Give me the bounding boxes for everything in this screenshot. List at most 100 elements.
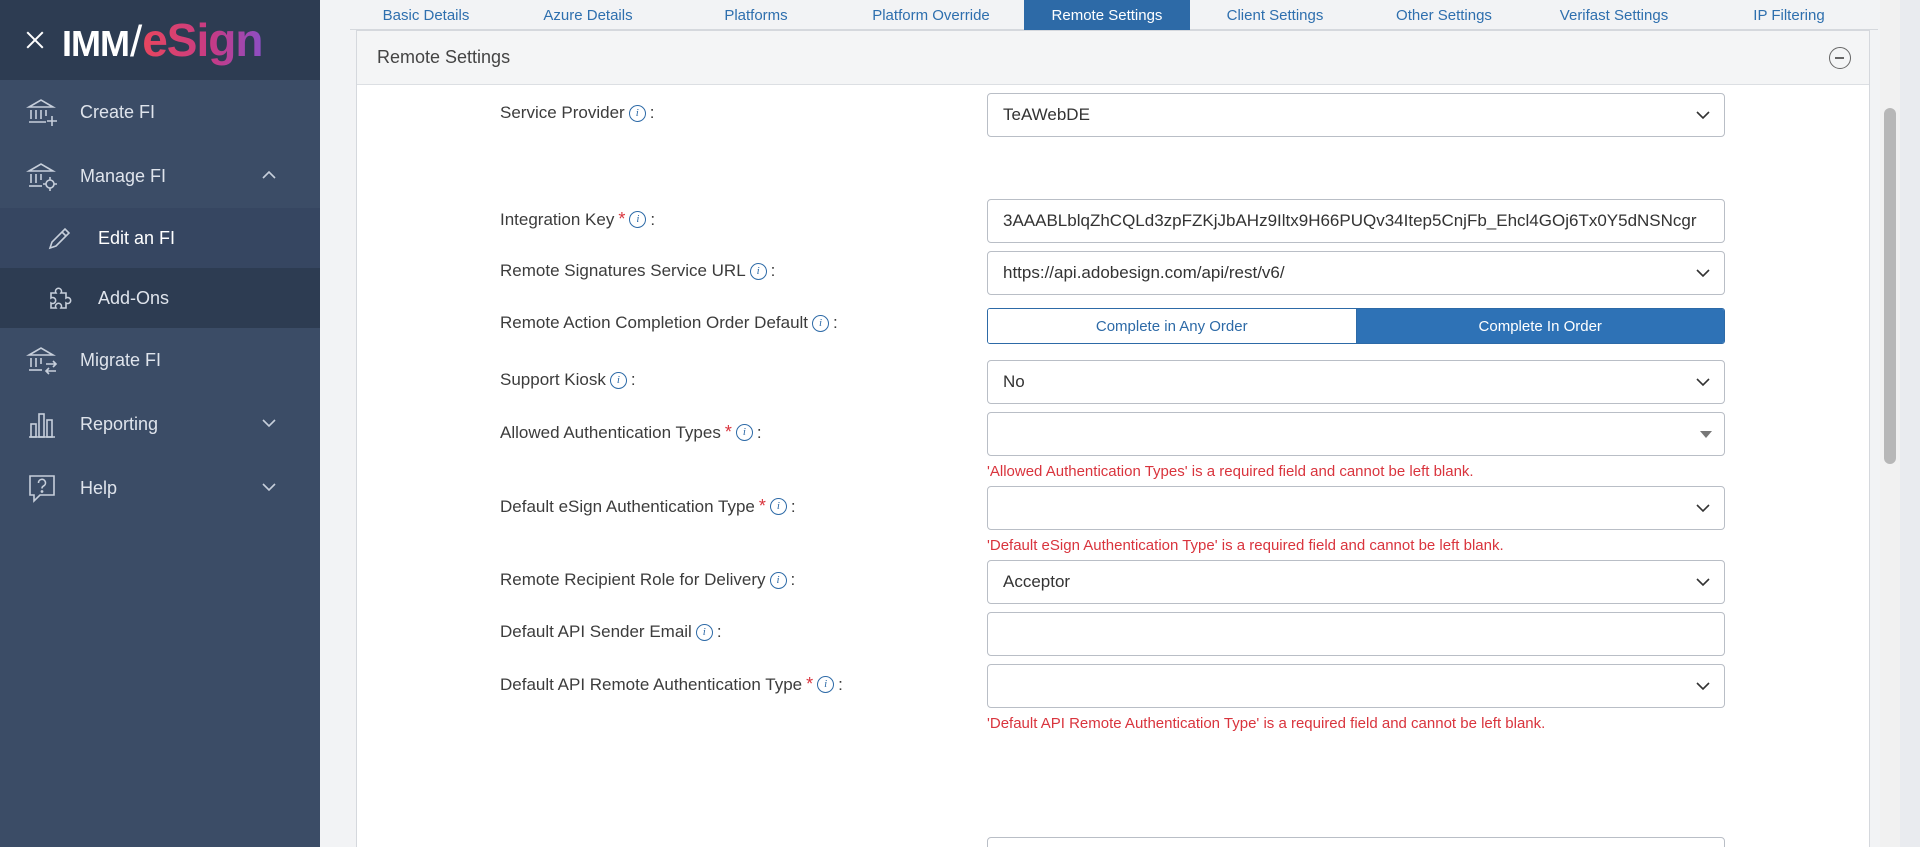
required-marker: * <box>724 422 732 442</box>
sidebar-item-manage-fi[interactable]: Manage FI <box>0 144 320 208</box>
tab-ip-filtering[interactable]: IP Filtering <box>1700 0 1878 30</box>
completion-order-toggle: Complete in Any Order Complete In Order <box>987 308 1725 344</box>
api-sender-email-label: Default API Sender Email i: <box>500 622 722 642</box>
next-field-partial[interactable] <box>987 837 1725 847</box>
label-colon: : <box>650 209 656 229</box>
select-value: https://api.adobesign.com/api/rest/v6/ <box>1003 263 1285 282</box>
complete-any-order-button[interactable]: Complete in Any Order <box>988 309 1356 343</box>
chevron-down-icon <box>1696 378 1710 387</box>
tab-basic-details[interactable]: Basic Details <box>350 0 502 30</box>
label-text: Support Kiosk <box>500 370 606 389</box>
info-icon[interactable]: i <box>769 498 787 515</box>
label-text: Remote Action Completion Order Default <box>500 313 809 332</box>
label-text: Default eSign Authentication Type <box>500 496 755 516</box>
chevron-down-icon <box>1696 682 1710 691</box>
sidebar-item-label: Help <box>80 477 118 498</box>
chevron-up-icon[interactable] <box>262 168 276 182</box>
input-value: 3AAABLblqZhCQLd3zpFZKjJbAHz9Iltx9H66PUQv… <box>1003 211 1697 230</box>
sidebar-item-label: Edit an FI <box>98 227 176 248</box>
caret-down-icon <box>1700 431 1712 438</box>
default-esign-auth-select[interactable] <box>987 486 1725 530</box>
allowed-auth-error: 'Allowed Authentication Types' is a requ… <box>987 463 1474 480</box>
label-colon: : <box>838 674 843 694</box>
info-icon[interactable]: i <box>769 571 787 589</box>
allowed-auth-label: Allowed Authentication Types * i: <box>500 422 762 443</box>
bank-gear-icon <box>26 163 57 191</box>
sidebar-item-label: Manage FI <box>80 165 167 186</box>
tab-other-settings[interactable]: Other Settings <box>1360 0 1528 30</box>
support-kiosk-select[interactable]: No <box>987 360 1725 404</box>
chevron-down-icon <box>1696 578 1710 587</box>
label-colon: : <box>790 496 796 516</box>
recipient-role-label: Remote Recipient Role for Delivery i: <box>500 570 795 590</box>
service-url-label: Remote Signatures Service URL i: <box>500 261 775 281</box>
recipient-role-select[interactable]: Acceptor <box>987 560 1725 604</box>
collapse-icon[interactable] <box>1829 47 1851 69</box>
close-menu-icon[interactable] <box>22 27 48 53</box>
label-text: Remote Recipient Role for Delivery <box>500 570 766 589</box>
label-colon: : <box>790 570 796 589</box>
info-icon[interactable]: i <box>812 314 830 332</box>
info-icon[interactable]: i <box>735 424 753 441</box>
label-colon: : <box>716 622 722 641</box>
info-icon[interactable]: i <box>628 104 646 122</box>
label-text: Integration Key <box>500 209 615 229</box>
puzzle-icon <box>50 287 72 309</box>
remote-settings-panel: Remote Settings Service Provider i: TeAWe… <box>356 30 1870 847</box>
sidebar-item-label: Reporting <box>80 413 159 434</box>
sidebar-item-create-fi[interactable]: Create FI <box>0 80 320 144</box>
label-text: Service Provider <box>500 103 625 122</box>
tab-azure-details[interactable]: Azure Details <box>502 0 674 30</box>
sidebar: IMM / eSign Create FI Manage FI Edit an FI… <box>0 0 320 847</box>
chevron-down-icon[interactable] <box>262 480 276 494</box>
complete-in-order-button[interactable]: Complete In Order <box>1355 309 1724 343</box>
tab-client-settings[interactable]: Client Settings <box>1190 0 1360 30</box>
tab-platform-override[interactable]: Platform Override <box>838 0 1024 30</box>
sidebar-item-add-ons[interactable]: Add-Ons <box>0 268 320 328</box>
info-icon[interactable]: i <box>817 676 835 693</box>
main-content: Basic Details Azure Details Platforms Pl… <box>320 0 1900 847</box>
sidebar-item-label: Migrate FI <box>80 349 162 370</box>
allowed-auth-multiselect[interactable] <box>987 412 1725 456</box>
integration-key-label: Integration Key * i: <box>500 209 655 230</box>
bank-plus-icon <box>26 99 57 126</box>
logo-slash: / <box>129 17 142 66</box>
service-provider-select[interactable]: TeAWebDE <box>987 93 1725 137</box>
label-colon: : <box>649 103 655 122</box>
tab-platforms[interactable]: Platforms <box>674 0 838 30</box>
label-colon: : <box>770 261 776 280</box>
scrollbar-thumb[interactable] <box>1884 108 1896 464</box>
panel-title: Remote Settings <box>377 47 511 67</box>
required-marker: * <box>758 496 766 516</box>
scrollbar[interactable] <box>1880 0 1900 847</box>
api-sender-email-input[interactable] <box>987 612 1725 656</box>
brand-bar: IMM / eSign <box>0 0 320 80</box>
tab-remote-settings[interactable]: Remote Settings <box>1024 0 1190 30</box>
info-icon[interactable]: i <box>695 623 713 641</box>
api-remote-auth-error: 'Default API Remote Authentication Type'… <box>987 715 1546 732</box>
tab-verifast-settings[interactable]: Verifast Settings <box>1528 0 1700 30</box>
service-url-select[interactable]: https://api.adobesign.com/api/rest/v6/ <box>987 251 1725 295</box>
tab-bar: Basic Details Azure Details Platforms Pl… <box>350 0 1878 30</box>
sidebar-item-label: Create FI <box>80 101 156 122</box>
required-marker: * <box>618 209 626 229</box>
sidebar-item-help[interactable]: Help <box>0 456 320 520</box>
required-marker: * <box>806 674 814 694</box>
select-value: TeAWebDE <box>1003 105 1090 124</box>
sidebar-item-edit-fi[interactable]: Edit an FI <box>0 208 320 268</box>
api-remote-auth-select[interactable] <box>987 664 1725 708</box>
chevron-down-icon[interactable] <box>262 416 276 430</box>
info-icon[interactable]: i <box>629 211 647 228</box>
logo-esign: eSign <box>142 14 263 66</box>
pencil-icon <box>48 227 71 250</box>
label-text: Allowed Authentication Types <box>500 422 721 442</box>
manage-fi-submenu: Edit an FI Add-Ons <box>0 208 320 328</box>
info-icon[interactable]: i <box>749 262 767 280</box>
default-esign-auth-label: Default eSign Authentication Type * i: <box>500 496 796 517</box>
bank-arrows-icon <box>26 347 58 375</box>
service-provider-label: Service Provider i: <box>500 103 654 123</box>
sidebar-item-reporting[interactable]: Reporting <box>0 392 320 456</box>
sidebar-item-migrate-fi[interactable]: Migrate FI <box>0 328 320 392</box>
info-icon[interactable]: i <box>609 371 627 389</box>
integration-key-input[interactable]: 3AAABLblqZhCQLd3zpFZKjJbAHz9Iltx9H66PUQv… <box>987 199 1725 243</box>
